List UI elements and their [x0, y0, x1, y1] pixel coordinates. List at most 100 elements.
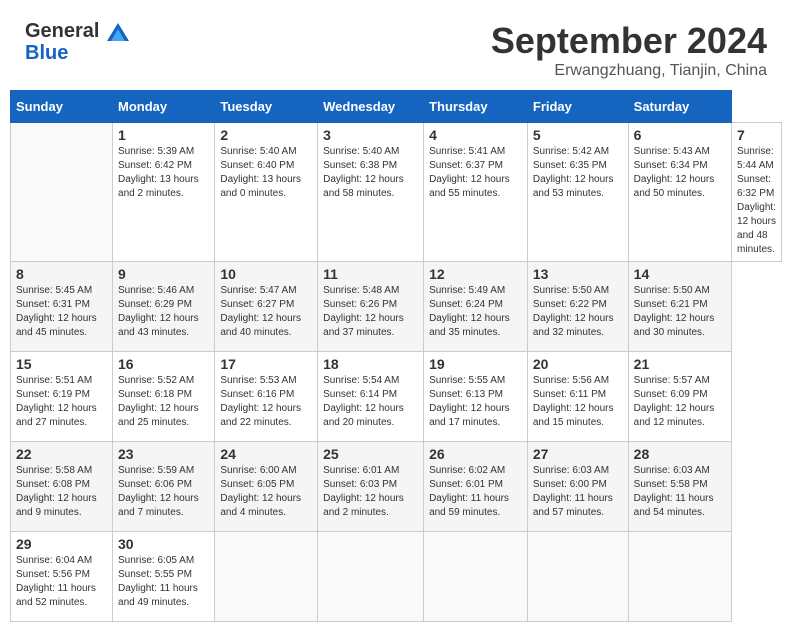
calendar-day-cell: 16Sunrise: 5:52 AM Sunset: 6:18 PM Dayli…: [113, 352, 215, 442]
day-info: Sunrise: 6:03 AM Sunset: 6:00 PM Dayligh…: [533, 464, 623, 520]
day-info: Sunrise: 5:42 AM Sunset: 6:35 PM Dayligh…: [533, 145, 623, 201]
calendar-day-cell: 8 Sunrise: 5:45 AM Sunset: 6:31 PM Daylig…: [11, 262, 113, 352]
month-title: September 2024: [491, 20, 767, 62]
calendar-day-cell: 30Sunrise: 6:05 AM Sunset: 5:55 PM Dayli…: [113, 532, 215, 622]
day-info: Sunrise: 6:02 AM Sunset: 6:01 PM Dayligh…: [429, 464, 522, 520]
calendar-table: SundayMondayTuesdayWednesdayThursdayFrid…: [10, 90, 782, 622]
calendar-day-cell: [424, 532, 528, 622]
calendar-day-cell: 27Sunrise: 6:03 AM Sunset: 6:00 PM Dayli…: [527, 442, 628, 532]
weekday-header-cell: Tuesday: [215, 91, 318, 123]
day-number: 12: [429, 266, 522, 282]
day-number: 20: [533, 356, 623, 372]
day-info: Sunrise: 5:51 AM Sunset: 6:19 PM Dayligh…: [16, 374, 107, 430]
calendar-day-cell: 3Sunrise: 5:40 AM Sunset: 6:38 PM Daylig…: [318, 123, 424, 262]
day-info: Sunrise: 5:49 AM Sunset: 6:24 PM Dayligh…: [429, 284, 522, 340]
day-number: 22: [16, 446, 107, 462]
day-info: Sunrise: 5:55 AM Sunset: 6:13 PM Dayligh…: [429, 374, 522, 430]
calendar-body: 1Sunrise: 5:39 AM Sunset: 6:42 PM Daylig…: [11, 123, 782, 622]
calendar-day-cell: 26 Sunrise: 6:02 AM Sunset: 6:01 PM Dayli…: [424, 442, 528, 532]
day-info: Sunrise: 6:04 AM Sunset: 5:56 PM Dayligh…: [16, 554, 107, 610]
day-number: 25: [323, 446, 418, 462]
day-number: 14: [634, 266, 726, 282]
day-info: Sunrise: 5:57 AM Sunset: 6:09 PM Dayligh…: [634, 374, 726, 430]
day-number: 23: [118, 446, 209, 462]
day-number: 2: [220, 127, 312, 143]
calendar-day-cell: 28 Sunrise: 6:03 AM Sunset: 5:58 PM Dayli…: [628, 442, 731, 532]
day-number: 5: [533, 127, 623, 143]
calendar-day-cell: 14 Sunrise: 5:50 AM Sunset: 6:21 PM Dayli…: [628, 262, 731, 352]
day-number: 17: [220, 356, 312, 372]
calendar-day-cell: 9 Sunrise: 5:46 AM Sunset: 6:29 PM Daylig…: [113, 262, 215, 352]
day-number: 6: [634, 127, 726, 143]
calendar-day-cell: 21Sunrise: 5:57 AM Sunset: 6:09 PM Dayli…: [628, 352, 731, 442]
calendar-day-cell: [318, 532, 424, 622]
day-info: Sunrise: 6:01 AM Sunset: 6:03 PM Dayligh…: [323, 464, 418, 520]
day-info: Sunrise: 5:59 AM Sunset: 6:06 PM Dayligh…: [118, 464, 209, 520]
day-info: Sunrise: 5:48 AM Sunset: 6:26 PM Dayligh…: [323, 284, 418, 340]
day-info: Sunrise: 5:46 AM Sunset: 6:29 PM Dayligh…: [118, 284, 209, 340]
day-number: 15: [16, 356, 107, 372]
day-info: Sunrise: 5:56 AM Sunset: 6:11 PM Dayligh…: [533, 374, 623, 430]
day-number: 9: [118, 266, 209, 282]
weekday-header-cell: Thursday: [424, 91, 528, 123]
calendar-day-cell: [215, 532, 318, 622]
logo-icon: [107, 23, 129, 41]
calendar-day-cell: 15 Sunrise: 5:51 AM Sunset: 6:19 PM Dayli…: [11, 352, 113, 442]
day-number: 11: [323, 266, 418, 282]
day-info: Sunrise: 5:45 AM Sunset: 6:31 PM Dayligh…: [16, 284, 107, 340]
logo: General Blue: [25, 20, 129, 64]
calendar-day-cell: 24 Sunrise: 6:00 AM Sunset: 6:05 PM Dayli…: [215, 442, 318, 532]
calendar-day-cell: 18Sunrise: 5:54 AM Sunset: 6:14 PM Dayli…: [318, 352, 424, 442]
calendar-week-row: 29 Sunrise: 6:04 AM Sunset: 5:56 PM Dayli…: [11, 532, 782, 622]
day-info: Sunrise: 5:50 AM Sunset: 6:22 PM Dayligh…: [533, 284, 623, 340]
calendar-week-row: 1Sunrise: 5:39 AM Sunset: 6:42 PM Daylig…: [11, 123, 782, 262]
day-number: 24: [220, 446, 312, 462]
weekday-header-row: SundayMondayTuesdayWednesdayThursdayFrid…: [11, 91, 782, 123]
day-number: 30: [118, 536, 209, 552]
day-info: Sunrise: 5:58 AM Sunset: 6:08 PM Dayligh…: [16, 464, 107, 520]
calendar-day-cell: 12 Sunrise: 5:49 AM Sunset: 6:24 PM Dayli…: [424, 262, 528, 352]
weekday-header-cell: Sunday: [11, 91, 113, 123]
day-number: 26: [429, 446, 522, 462]
day-info: Sunrise: 5:50 AM Sunset: 6:21 PM Dayligh…: [634, 284, 726, 340]
day-number: 10: [220, 266, 312, 282]
day-number: 8: [16, 266, 107, 282]
calendar-day-cell: 22 Sunrise: 5:58 AM Sunset: 6:08 PM Dayli…: [11, 442, 113, 532]
day-info: Sunrise: 5:39 AM Sunset: 6:42 PM Dayligh…: [118, 145, 209, 201]
day-info: Sunrise: 6:03 AM Sunset: 5:58 PM Dayligh…: [634, 464, 726, 520]
day-info: Sunrise: 5:41 AM Sunset: 6:37 PM Dayligh…: [429, 145, 522, 201]
day-info: Sunrise: 5:52 AM Sunset: 6:18 PM Dayligh…: [118, 374, 209, 430]
calendar-day-cell: 23 Sunrise: 5:59 AM Sunset: 6:06 PM Dayli…: [113, 442, 215, 532]
calendar-day-cell: [527, 532, 628, 622]
calendar-day-cell: 1Sunrise: 5:39 AM Sunset: 6:42 PM Daylig…: [113, 123, 215, 262]
calendar-day-cell: 6 Sunrise: 5:43 AM Sunset: 6:34 PM Daylig…: [628, 123, 731, 262]
weekday-header-cell: Monday: [113, 91, 215, 123]
day-info: Sunrise: 5:40 AM Sunset: 6:40 PM Dayligh…: [220, 145, 312, 201]
calendar-week-row: 22 Sunrise: 5:58 AM Sunset: 6:08 PM Dayli…: [11, 442, 782, 532]
day-number: 13: [533, 266, 623, 282]
calendar-day-cell: 19 Sunrise: 5:55 AM Sunset: 6:13 PM Dayli…: [424, 352, 528, 442]
calendar-day-cell: 11 Sunrise: 5:48 AM Sunset: 6:26 PM Dayli…: [318, 262, 424, 352]
calendar-week-row: 8 Sunrise: 5:45 AM Sunset: 6:31 PM Daylig…: [11, 262, 782, 352]
logo-subtext: Blue: [25, 42, 129, 64]
calendar-day-cell: 5 Sunrise: 5:42 AM Sunset: 6:35 PM Daylig…: [527, 123, 628, 262]
day-number: 7: [737, 127, 776, 143]
logo-text: General: [25, 20, 129, 42]
calendar-day-cell: [628, 532, 731, 622]
calendar-day-cell: 25 Sunrise: 6:01 AM Sunset: 6:03 PM Dayli…: [318, 442, 424, 532]
day-info: Sunrise: 5:54 AM Sunset: 6:14 PM Dayligh…: [323, 374, 418, 430]
day-number: 28: [634, 446, 726, 462]
location: Erwangzhuang, Tianjin, China: [491, 62, 767, 80]
calendar-day-cell: 29 Sunrise: 6:04 AM Sunset: 5:56 PM Dayli…: [11, 532, 113, 622]
page-header: General Blue September 2024 Erwangzhuang…: [10, 10, 782, 85]
calendar-day-cell: 10Sunrise: 5:47 AM Sunset: 6:27 PM Dayli…: [215, 262, 318, 352]
weekday-header-cell: Saturday: [628, 91, 731, 123]
day-info: Sunrise: 5:53 AM Sunset: 6:16 PM Dayligh…: [220, 374, 312, 430]
calendar-day-cell: 13 Sunrise: 5:50 AM Sunset: 6:22 PM Dayli…: [527, 262, 628, 352]
day-info: Sunrise: 5:43 AM Sunset: 6:34 PM Dayligh…: [634, 145, 726, 201]
day-info: Sunrise: 6:00 AM Sunset: 6:05 PM Dayligh…: [220, 464, 312, 520]
day-number: 3: [323, 127, 418, 143]
day-number: 29: [16, 536, 107, 552]
calendar-week-row: 15 Sunrise: 5:51 AM Sunset: 6:19 PM Dayli…: [11, 352, 782, 442]
day-number: 19: [429, 356, 522, 372]
